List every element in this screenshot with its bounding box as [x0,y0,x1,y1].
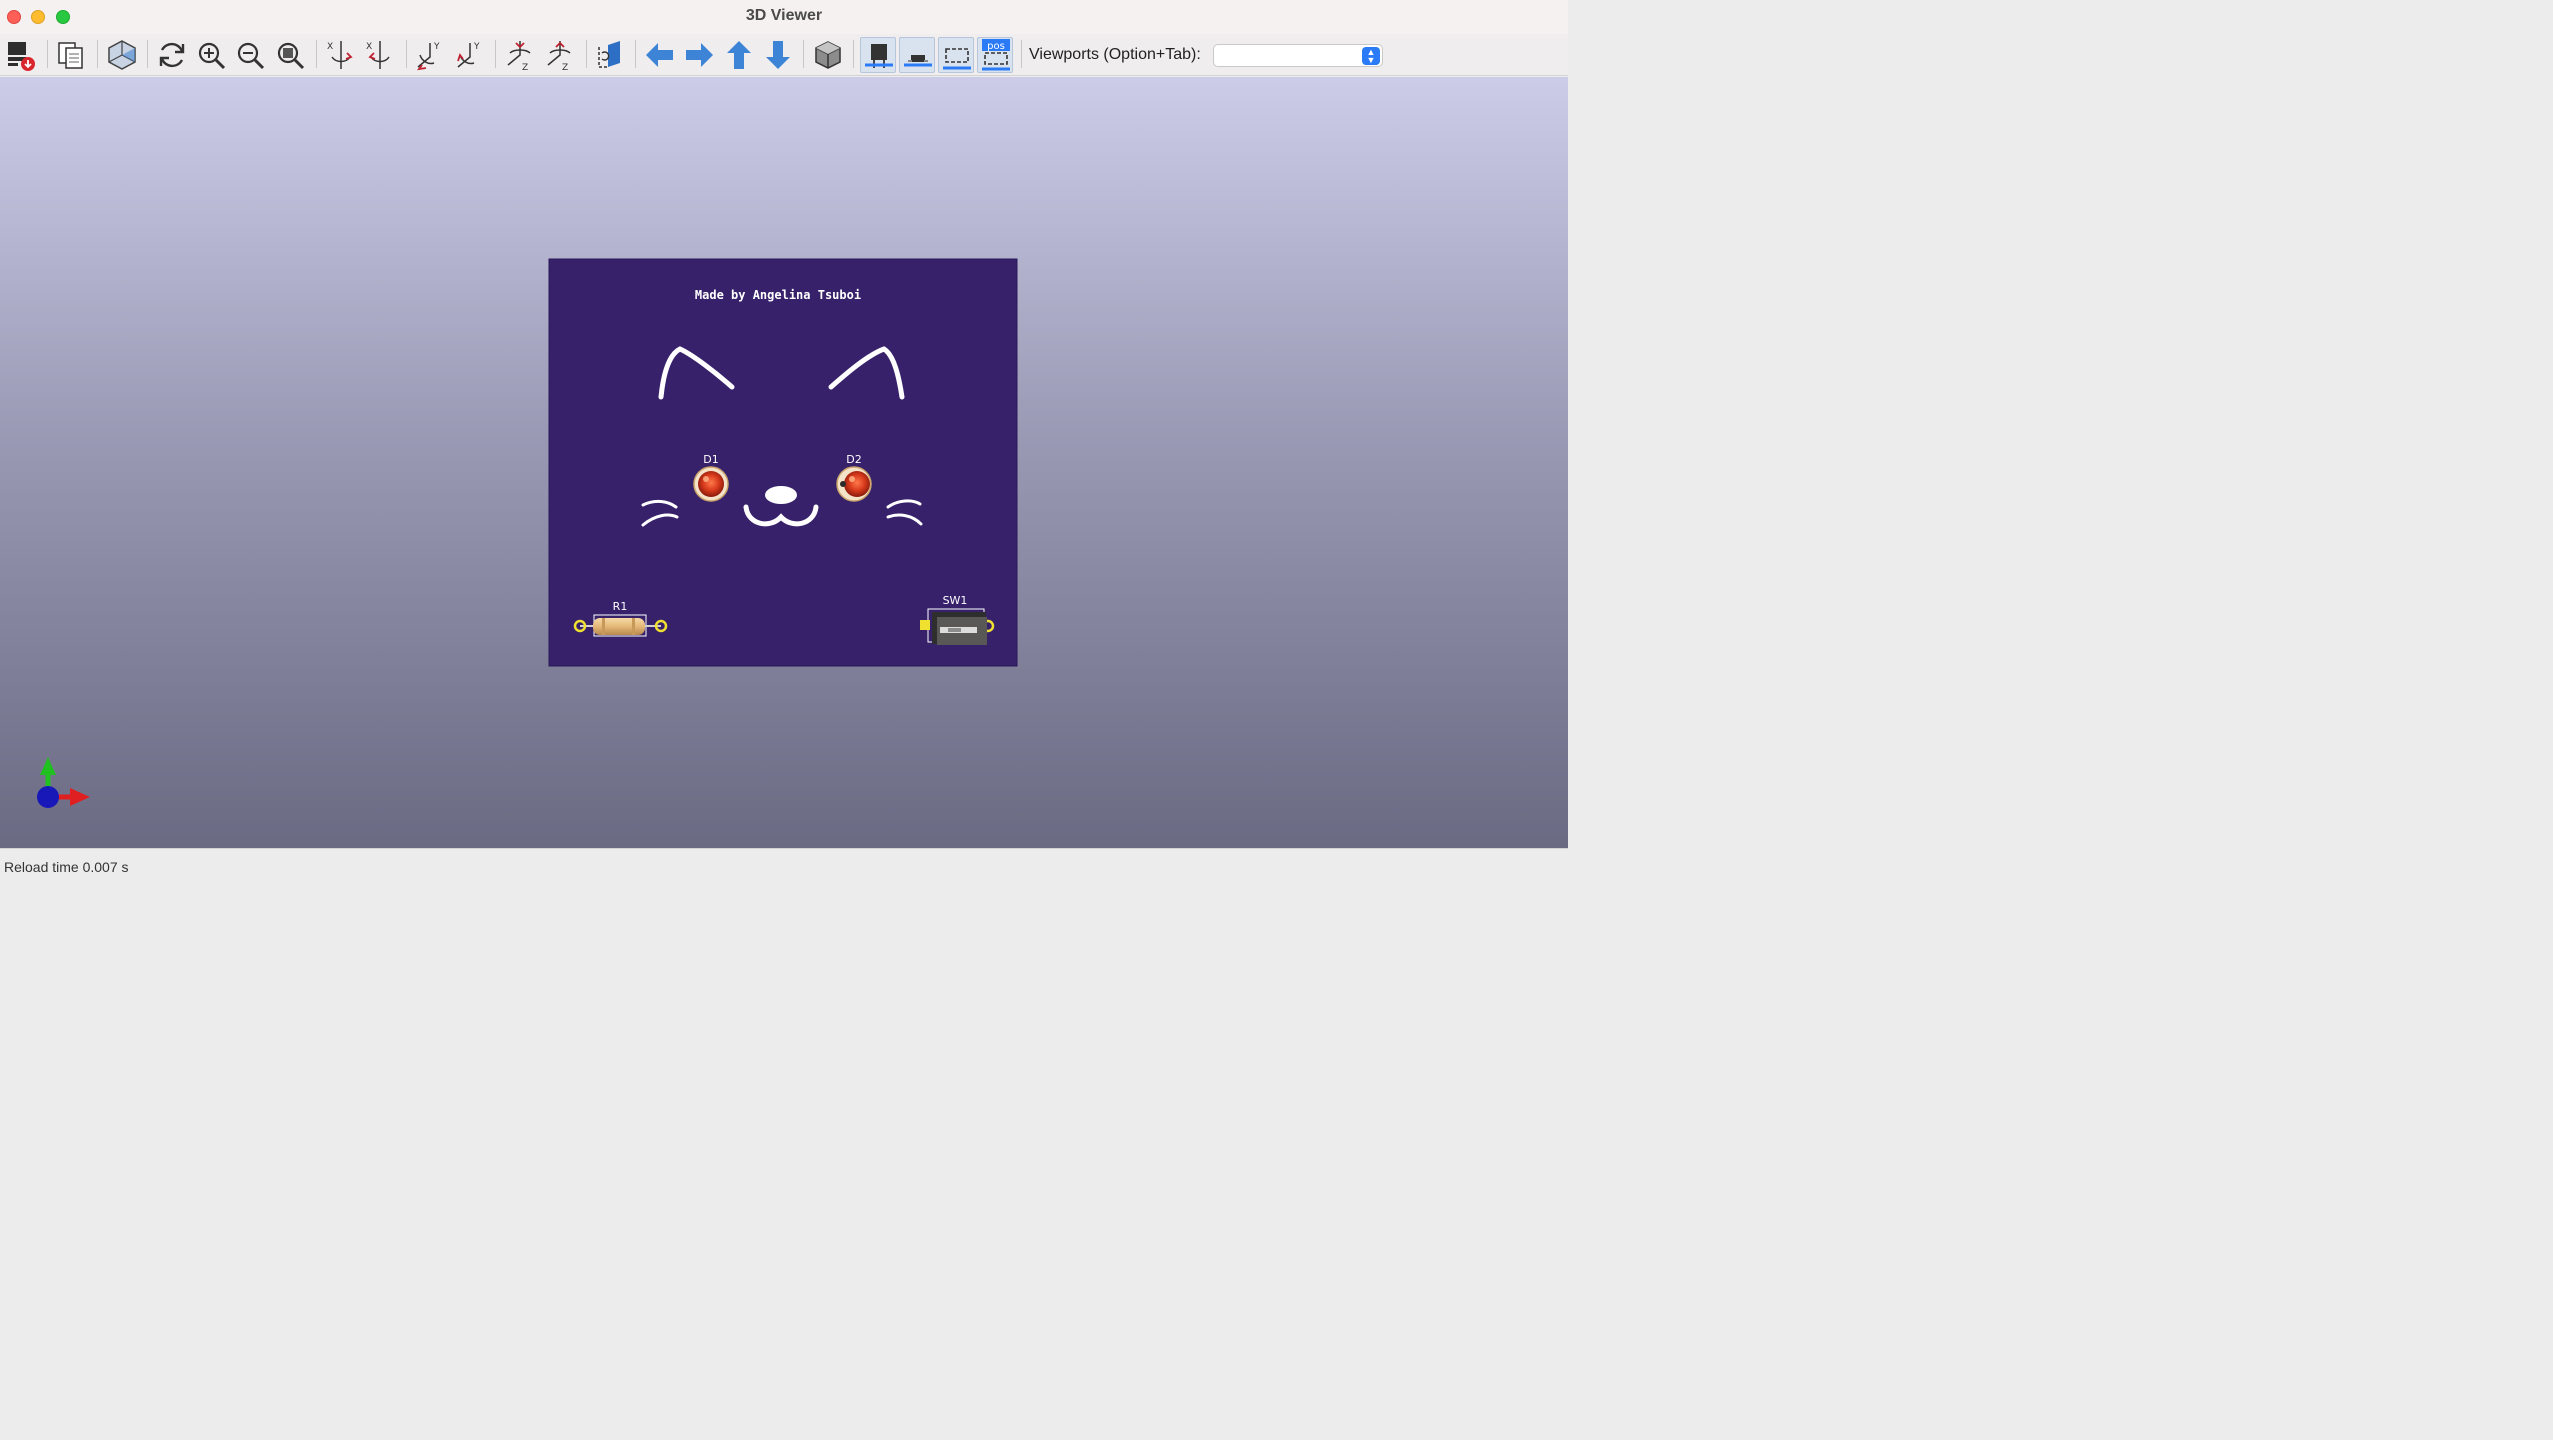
arrow-up-icon [727,41,751,69]
chevron-updown-icon: ▲ ▼ [1362,47,1380,65]
rotate-z-icon: Z [507,41,531,73]
viewports-label: Viewports (Option+Tab): [1029,46,1201,63]
title-bar: 3D Viewer [0,0,1568,34]
zoom-in-icon [198,42,226,70]
silkscreen-text: Made by Angelina Tsuboi [695,288,861,302]
show-virtual-button[interactable] [938,37,974,73]
export-icon [8,42,35,71]
viewports-select[interactable]: ▲ ▼ [1213,44,1383,67]
move-down-button[interactable] [760,37,796,73]
reload-button[interactable] [154,37,190,73]
rotate-z-icon: Z [547,41,571,73]
arrow-down-icon [766,41,790,69]
pcb-board[interactable]: Made by Angelina Tsuboi D1 D2 R1 SW1 [548,258,1018,667]
rotate-y-icon: Y [457,42,480,68]
virtual-icon [943,48,971,70]
svg-text:X: X [366,42,372,52]
zoom-out-button[interactable] [232,37,268,73]
raytrace-icon [108,40,136,70]
tht-icon [865,44,893,68]
move-up-button[interactable] [721,37,757,73]
export-button[interactable] [3,37,39,73]
r1-label: R1 [613,600,628,613]
orthographic-button[interactable] [810,37,846,73]
show-not-in-pos-button[interactable]: pos [977,37,1013,73]
status-bar: Reload time 0.007 s [0,848,1568,884]
rotate-z-cw-button[interactable]: Z [502,37,538,73]
rotate-y-ccw-button[interactable]: Y [452,37,488,73]
sw1-label: SW1 [943,594,968,607]
arrow-right-icon [686,43,713,67]
copy-icon [58,42,83,69]
flip-icon [598,41,620,68]
copy-button[interactable] [53,37,89,73]
zoom-fit-icon [277,42,305,70]
zoom-out-icon [237,42,265,70]
3d-canvas[interactable]: Made by Angelina Tsuboi D1 D2 R1 SW1 [0,77,1568,848]
raytrace-button[interactable] [104,37,140,73]
rotate-x-icon: X [327,41,353,69]
svg-text:Z: Z [522,63,528,73]
svg-text:Y: Y [433,42,440,52]
svg-text:Y: Y [473,42,480,52]
arrow-left-icon [646,43,673,67]
flip-board-button[interactable] [592,37,628,73]
show-smd-button[interactable] [899,37,935,73]
rotate-y-cw-button[interactable]: Y [412,37,448,73]
pos-icon: pos [982,39,1010,71]
axis-gizmo [37,757,90,808]
refresh-icon [159,42,185,68]
zoom-fit-button[interactable] [272,37,308,73]
svg-text:Z: Z [562,63,568,73]
window-title: 3D Viewer [745,7,823,24]
rotate-x-cw-button[interactable]: X [323,37,359,73]
rotate-y-icon: Y [416,42,440,71]
show-tht-button[interactable] [860,37,896,73]
svg-text:X: X [327,42,333,52]
toolbar: X X Y Y Z Z pos Viewports (Option+Tab): … [0,34,1568,76]
status-text: Reload time 0.007 s [4,859,129,875]
pos-badge-text: pos [987,41,1005,52]
d2-label: D2 [846,453,861,466]
zoom-in-button[interactable] [193,37,229,73]
nose-silk [765,486,797,504]
d1-label: D1 [703,453,718,466]
rotate-x-ccw-button[interactable]: X [362,37,398,73]
smd-icon [904,55,932,67]
rotate-x-icon: X [366,41,390,69]
rotate-z-ccw-button[interactable]: Z [542,37,578,73]
cube-icon [815,41,841,69]
move-right-button[interactable] [681,37,717,73]
move-left-button[interactable] [642,37,678,73]
